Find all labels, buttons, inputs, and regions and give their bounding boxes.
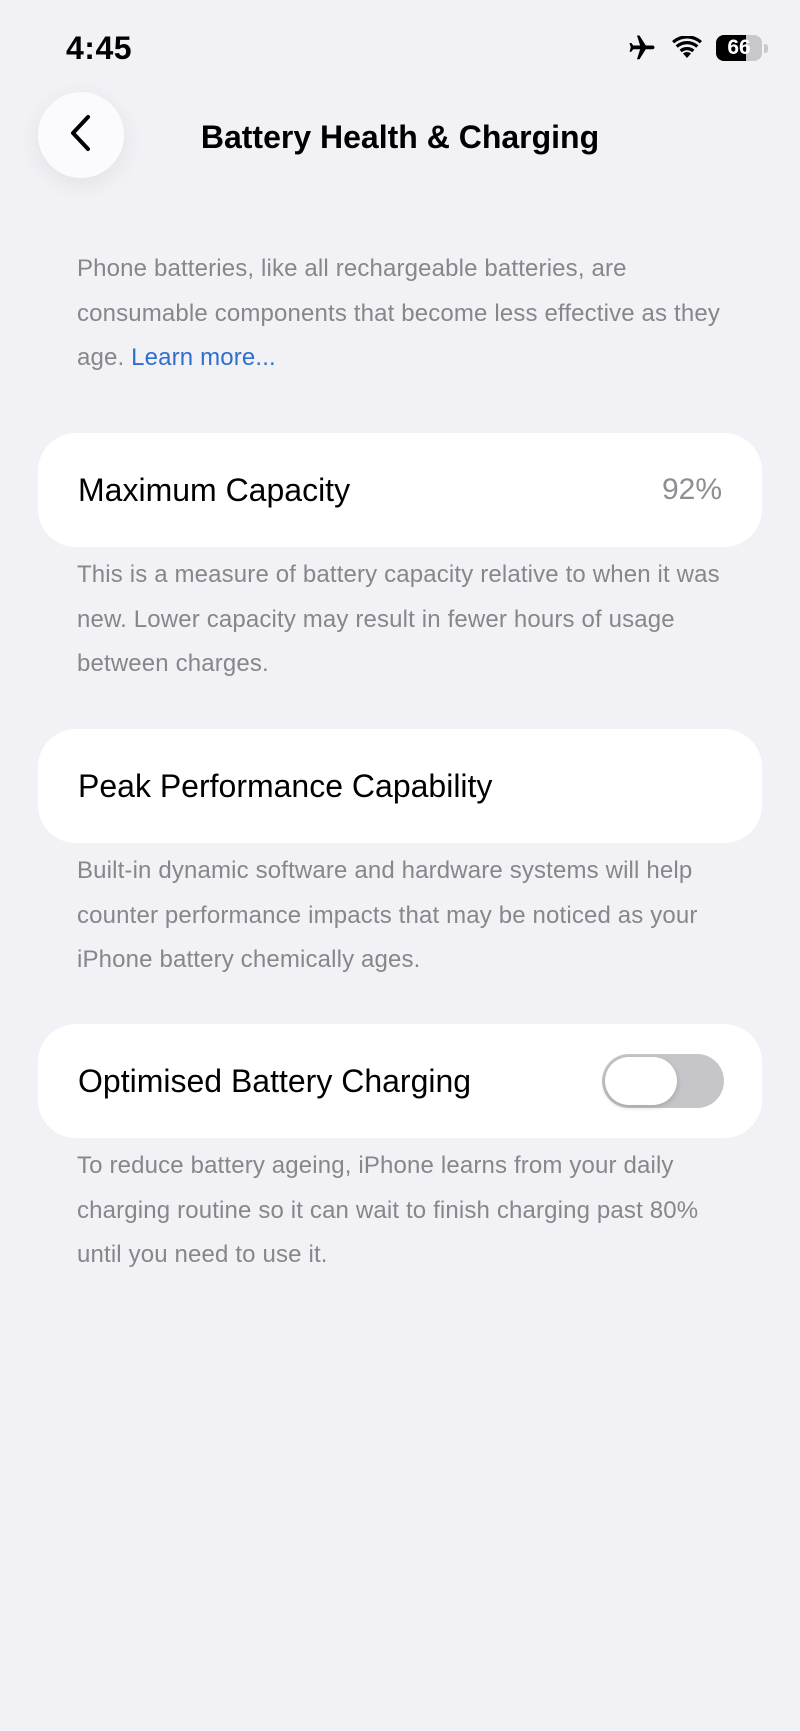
status-icons: 66 — [626, 30, 768, 66]
maximum-capacity-label: Maximum Capacity — [78, 472, 351, 508]
battery-level: 66 — [727, 36, 751, 59]
battery-body: 66 — [716, 35, 762, 61]
battery-icon: 66 — [716, 34, 768, 62]
airplane-icon — [626, 33, 658, 63]
battery-health-screen: 4:45 66 Battery Health & Charging Phone … — [0, 0, 800, 1731]
battery-tip — [764, 43, 768, 53]
peak-performance-row: Peak Performance Capability — [38, 729, 762, 843]
maximum-capacity-value: 92% — [661, 473, 722, 506]
optimised-charging-label: Optimised Battery Charging — [78, 1063, 472, 1099]
peak-performance-description: Built-in dynamic software and hardware s… — [77, 857, 698, 973]
wifi-icon — [672, 36, 702, 60]
peak-performance-label: Peak Performance Capability — [78, 768, 493, 804]
intro-description: Phone batteries, like all rechargeable b… — [77, 247, 737, 381]
page-title: Battery Health & Charging — [200, 119, 600, 155]
toggle-knob — [605, 1057, 677, 1105]
status-time: 4:45 — [66, 30, 133, 66]
maximum-capacity-description: This is a measure of battery capacity re… — [77, 561, 720, 677]
maximum-capacity-row: Maximum Capacity 92% — [38, 433, 762, 547]
optimised-charging-toggle[interactable] — [602, 1054, 724, 1108]
learn-more-link[interactable]: Learn more... — [131, 344, 276, 371]
back-button[interactable] — [38, 92, 124, 178]
optimised-charging-description: To reduce battery ageing, iPhone learns … — [77, 1152, 699, 1268]
optimised-charging-row: Optimised Battery Charging — [38, 1024, 762, 1138]
chevron-left-icon — [66, 113, 96, 158]
